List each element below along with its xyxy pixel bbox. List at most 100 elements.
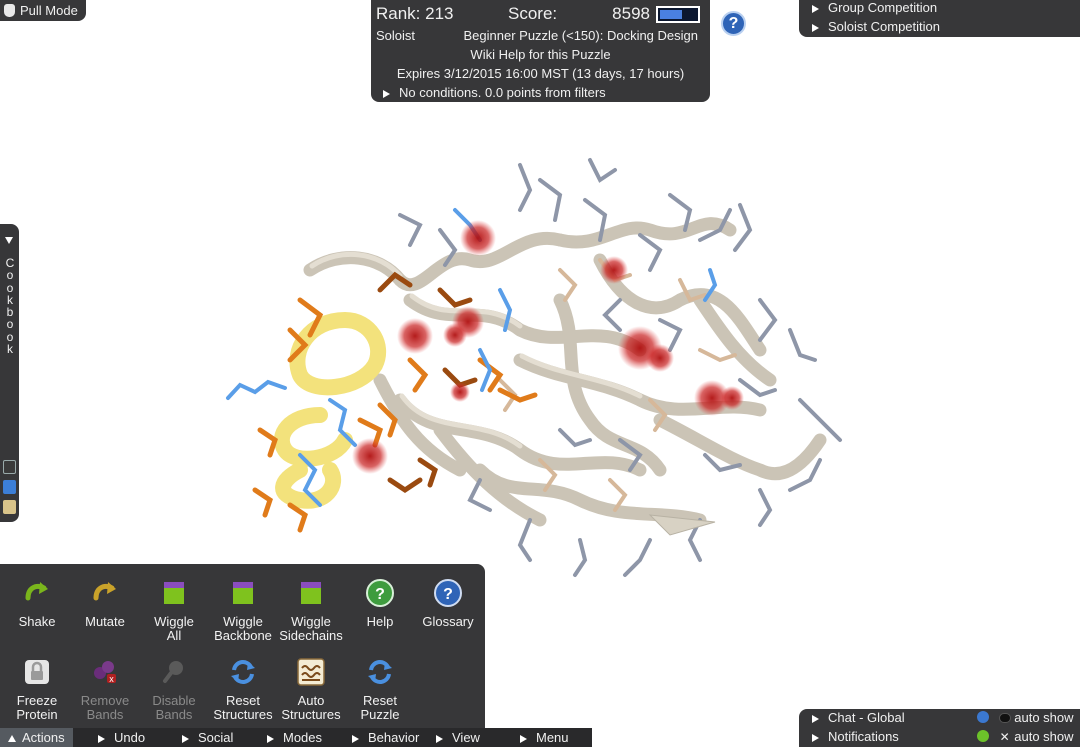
close-icon[interactable]: ✕ bbox=[999, 730, 1011, 744]
chat-global-label: Chat - Global bbox=[828, 710, 905, 725]
group-competition-toggle[interactable]: Group Competition bbox=[812, 0, 937, 15]
wiki-help-link[interactable]: Wiki Help for this Puzzle bbox=[371, 47, 710, 62]
remove-bands-label-2: Bands bbox=[86, 707, 124, 722]
reset-puzzle-label-1: Reset bbox=[363, 693, 397, 708]
tab-view[interactable]: View bbox=[436, 728, 480, 747]
status-online-icon bbox=[977, 730, 989, 742]
soloist-competition-label: Soloist Competition bbox=[828, 19, 940, 34]
wiggle-all-icon bbox=[164, 582, 184, 604]
pull-mode-button[interactable]: Pull Mode bbox=[0, 0, 86, 21]
folder-icon[interactable] bbox=[3, 480, 16, 494]
notifications-toggle[interactable]: Notifications bbox=[812, 729, 899, 744]
mutate-icon bbox=[93, 582, 116, 601]
glossary-button[interactable]: ? Glossary bbox=[413, 578, 483, 629]
tab-actions[interactable]: Actions bbox=[0, 728, 73, 747]
auto-structures-button[interactable]: Auto Structures bbox=[276, 657, 346, 722]
wiggle-all-label-2: All bbox=[166, 628, 182, 643]
wiggle-backbone-icon bbox=[233, 582, 253, 604]
wiggle-sidechains-button[interactable]: Wiggle Sidechains bbox=[276, 578, 346, 643]
conditions-text: No conditions. 0.0 points from filters bbox=[399, 85, 606, 100]
group-competition-label: Group Competition bbox=[828, 0, 938, 15]
expand-arrow-icon bbox=[812, 23, 819, 32]
notifications-auto-show[interactable]: ✕ auto show bbox=[977, 729, 1074, 744]
tab-menu[interactable]: Menu bbox=[520, 728, 569, 747]
helix-yellow bbox=[273, 312, 387, 509]
game-viewport: Pull Mode Rank: 213 Score: 8598 Soloist … bbox=[0, 0, 1080, 747]
freeze-protein-button[interactable]: Freeze Protein bbox=[2, 657, 72, 722]
tab-actions-label: Actions bbox=[22, 730, 65, 745]
score-meter bbox=[656, 6, 700, 23]
tab-behavior-label: Behavior bbox=[368, 730, 420, 745]
pull-mode-icon bbox=[4, 4, 15, 17]
freeze-protein-label-1: Freeze bbox=[16, 693, 58, 708]
score-value: 8598 bbox=[612, 4, 650, 23]
cookbook-label: C o o k b o o k bbox=[5, 257, 15, 357]
svg-text:x: x bbox=[109, 674, 114, 684]
shake-button[interactable]: Shake bbox=[2, 578, 72, 629]
mutate-label: Mutate bbox=[85, 614, 125, 629]
expand-arrow-icon bbox=[98, 734, 105, 743]
score-panel: Rank: 213 Score: 8598 Soloist Beginner P… bbox=[371, 0, 710, 102]
tab-undo[interactable]: Undo bbox=[98, 728, 145, 747]
shake-label: Shake bbox=[18, 614, 56, 629]
recipe-edit-icon[interactable] bbox=[3, 500, 16, 514]
cookbook-panel[interactable]: C o o k b o o k bbox=[0, 224, 19, 522]
disable-bands-button[interactable]: Disable Bands bbox=[139, 657, 209, 722]
tab-social-label: Social bbox=[198, 730, 234, 745]
disable-bands-label-2: Bands bbox=[155, 707, 193, 722]
rank-text: Rank: 213 bbox=[376, 4, 454, 23]
auto-show-label: auto show bbox=[1014, 710, 1074, 725]
wiggle-backbone-button[interactable]: Wiggle Backbone bbox=[208, 578, 278, 643]
expand-arrow-icon bbox=[436, 734, 443, 743]
reset-structures-label-1: Reset bbox=[226, 693, 260, 708]
help-button[interactable]: ? Help bbox=[345, 578, 415, 629]
reset-puzzle-icon bbox=[368, 660, 392, 684]
tab-social[interactable]: Social bbox=[182, 728, 233, 747]
chat-auto-show[interactable]: auto show bbox=[977, 710, 1074, 725]
help-icon: ? bbox=[366, 579, 394, 607]
auto-structures-label-2: Structures bbox=[281, 707, 341, 722]
conditions-toggle[interactable]: No conditions. 0.0 points from filters bbox=[383, 85, 606, 100]
tab-view-label: View bbox=[452, 730, 480, 745]
chat-panel: Chat - Global Notifications auto show ✕ … bbox=[799, 709, 1080, 747]
chat-global-toggle[interactable]: Chat - Global bbox=[812, 710, 905, 725]
tab-undo-label: Undo bbox=[114, 730, 146, 745]
soloist-competition-toggle[interactable]: Soloist Competition bbox=[812, 19, 940, 34]
disable-bands-icon bbox=[163, 661, 183, 683]
player-mode: Soloist bbox=[376, 28, 416, 43]
expand-arrow-icon bbox=[520, 734, 527, 743]
pull-mode-label: Pull Mode bbox=[20, 3, 78, 18]
wiggle-backbone-label-1: Wiggle bbox=[223, 614, 263, 629]
mutate-button[interactable]: Mutate bbox=[70, 578, 140, 629]
script-terminal-icon[interactable] bbox=[3, 460, 16, 474]
tab-behavior[interactable]: Behavior bbox=[352, 728, 419, 747]
wiggle-sidechains-label-1: Wiggle bbox=[291, 614, 331, 629]
wiggle-backbone-label-2: Backbone bbox=[214, 628, 272, 643]
puzzle-type: Beginner Puzzle (<150): Docking Design bbox=[463, 28, 699, 43]
actions-panel: Shake Mutate Wiggle All Wiggle Backbone Wi… bbox=[0, 564, 485, 728]
remove-bands-button[interactable]: x Remove Bands bbox=[70, 657, 140, 722]
lock-icon bbox=[25, 660, 49, 684]
svg-text:?: ? bbox=[375, 586, 385, 603]
toggle-off-icon[interactable] bbox=[998, 713, 1011, 723]
cookbook-letter: k bbox=[7, 342, 13, 357]
auto-structures-icon bbox=[297, 658, 325, 686]
auto-structures-label-1: Auto bbox=[297, 693, 325, 708]
bottom-menu-bar: Actions Undo Social Modes Behavior View … bbox=[0, 728, 592, 747]
reset-structures-label-2: Structures bbox=[213, 707, 273, 722]
reset-puzzle-button[interactable]: Reset Puzzle bbox=[345, 657, 415, 722]
reset-puzzle-label-2: Puzzle bbox=[360, 707, 400, 722]
help-question-icon[interactable]: ? bbox=[721, 11, 746, 36]
remove-bands-label-1: Remove bbox=[80, 693, 130, 708]
glossary-icon: ? bbox=[434, 579, 462, 607]
reset-structures-button[interactable]: Reset Structures bbox=[208, 657, 278, 722]
info-icon bbox=[977, 711, 989, 723]
help-label: Help bbox=[366, 614, 394, 629]
shake-icon bbox=[25, 582, 48, 601]
expires-text: Expires 3/12/2015 16:00 MST (13 days, 17… bbox=[396, 66, 685, 81]
collapse-arrow-icon[interactable] bbox=[5, 237, 13, 244]
tab-modes-label: Modes bbox=[283, 730, 323, 745]
expand-arrow-icon bbox=[383, 89, 390, 98]
wiggle-all-button[interactable]: Wiggle All bbox=[139, 578, 209, 643]
tab-modes[interactable]: Modes bbox=[267, 728, 322, 747]
